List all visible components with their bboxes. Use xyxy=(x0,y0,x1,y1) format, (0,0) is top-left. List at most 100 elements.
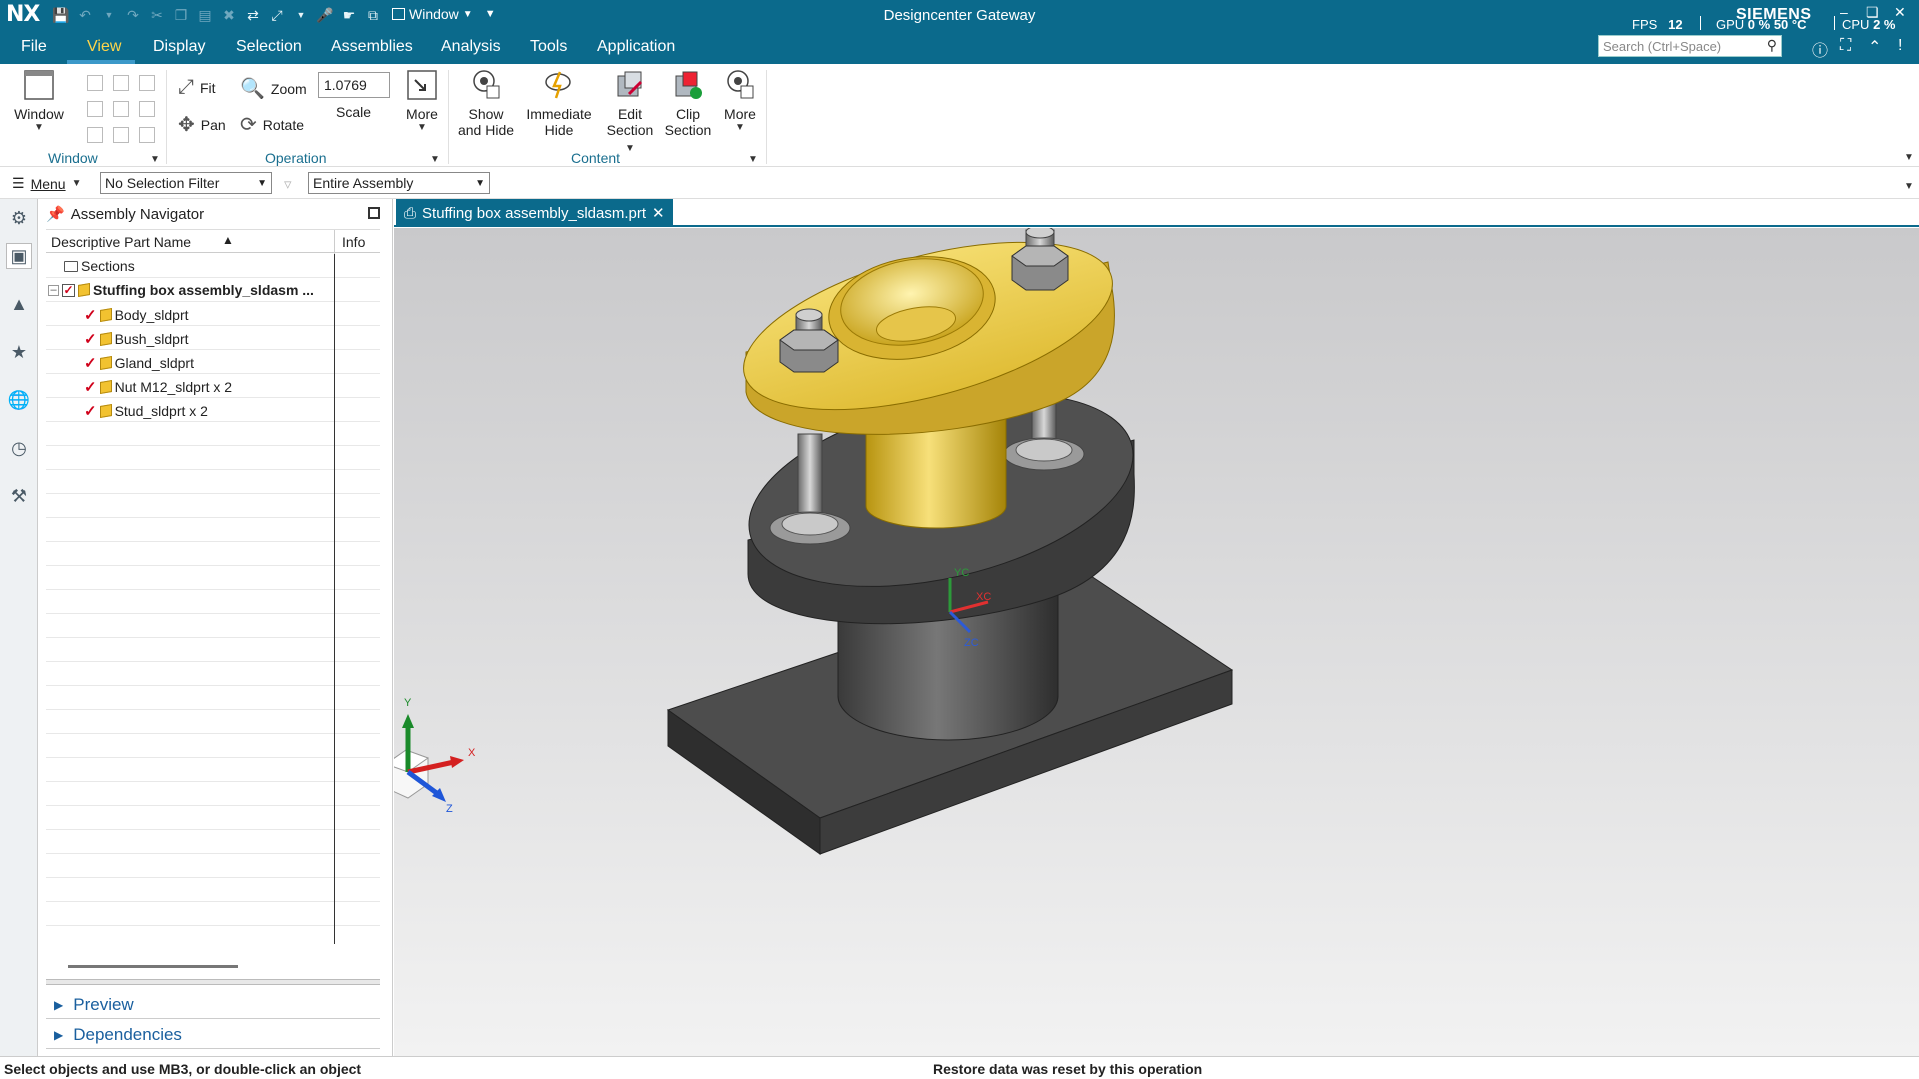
maximize-panel-icon[interactable] xyxy=(368,207,380,219)
filter-icon[interactable]: ▿ xyxy=(284,175,292,193)
rotate-button[interactable]: ⟳ Rotate xyxy=(240,112,304,137)
fullscreen-icon[interactable]: ⤢ xyxy=(268,6,286,24)
checkmark-icon[interactable]: ✓ xyxy=(84,402,97,420)
selbar-options-icon[interactable]: ▼ xyxy=(1904,181,1914,192)
immediate-hide-button[interactable]: Immediate Hide xyxy=(522,68,596,138)
layout-split-h-icon[interactable] xyxy=(139,75,155,91)
selection-filter-select[interactable]: No Selection Filter ▼ xyxy=(100,172,272,194)
save-icon[interactable]: 💾 xyxy=(52,6,70,24)
part-navigator-icon[interactable]: ▲ xyxy=(6,291,32,317)
switch-window-icon[interactable]: ⧉ xyxy=(364,6,382,24)
tab-part-file[interactable]: ⎙ Stuffing box assembly_sldasm.prt ✕ xyxy=(396,199,673,227)
delete-icon[interactable]: ✖ xyxy=(220,6,238,24)
tree-row-body[interactable]: ✓ Body_sldprt xyxy=(46,302,380,326)
close-tab-icon[interactable]: ✕ xyxy=(652,204,665,222)
layout-quad-icon[interactable] xyxy=(113,101,129,117)
column-header-name[interactable]: Descriptive Part Name xyxy=(51,234,191,250)
more-operation-button[interactable]: More ▼ xyxy=(400,68,444,133)
window-button[interactable]: Window ▼ xyxy=(10,68,68,133)
checkmark-icon[interactable]: ✓ xyxy=(84,306,97,324)
cut-icon[interactable]: ✂ xyxy=(148,6,166,24)
minimize-icon[interactable]: – xyxy=(1840,4,1848,20)
layout-nine-icon[interactable] xyxy=(139,127,155,143)
menu-file[interactable]: File xyxy=(21,38,47,56)
layout-tiled-icon[interactable] xyxy=(87,127,103,143)
menu-display[interactable]: Display xyxy=(153,38,205,56)
selection-scope-select[interactable]: Entire Assembly ▼ xyxy=(308,172,490,194)
menu-assemblies[interactable]: Assemblies xyxy=(331,38,413,56)
menu-button[interactable]: ☰ Menu ▼ xyxy=(12,175,82,192)
collapse-icon[interactable]: – xyxy=(48,284,59,296)
clip-section-button[interactable]: Clip Section xyxy=(664,68,712,138)
redo-icon[interactable]: ↷ xyxy=(124,6,142,24)
tree-row-gland[interactable]: ✓ Gland_sldprt xyxy=(46,350,380,374)
graphics-viewport[interactable]: YC XC ZC Y X Z xyxy=(394,228,1919,1056)
tree-row-stud[interactable]: ✓ Stud_sldprt x 2 xyxy=(46,398,380,422)
pan-button[interactable]: ✥ Pan xyxy=(178,112,226,137)
ribbon-options-icon[interactable]: ▼ xyxy=(1904,152,1914,163)
layout-quad-icon[interactable] xyxy=(87,101,103,117)
checkmark-icon[interactable]: ✓ xyxy=(84,378,97,396)
dropdown-icon[interactable]: ▼ xyxy=(292,6,310,24)
customize-qat-icon[interactable]: ▼ xyxy=(485,8,496,20)
settings-icon[interactable]: ⚙ xyxy=(6,205,32,231)
column-header-info[interactable]: Info xyxy=(342,234,365,250)
command-search-input[interactable]: Search (Ctrl+Space) ⚲ xyxy=(1598,35,1782,57)
collapse-ribbon-icon[interactable]: ⌃ xyxy=(1868,37,1881,57)
edit-section-button[interactable]: Edit Section ▼ xyxy=(600,68,660,154)
touch-mode-icon[interactable]: ☛ xyxy=(340,6,358,24)
history-icon[interactable]: ◷ xyxy=(6,435,32,461)
view-triad[interactable]: Y X Z xyxy=(394,697,476,815)
layout-tiled-icon[interactable] xyxy=(113,127,129,143)
panel-splitter[interactable] xyxy=(46,979,380,985)
model-view[interactable]: YC XC ZC Y X Z xyxy=(394,228,1919,1056)
checkbox-icon[interactable]: ✓ xyxy=(62,283,75,297)
scale-input[interactable]: 1.0769 xyxy=(318,72,390,98)
nut-right[interactable] xyxy=(1011,228,1069,291)
group-content-expand-icon[interactable]: ▼ xyxy=(748,154,758,165)
preview-section[interactable]: ▶ Preview xyxy=(46,991,380,1019)
checkmark-icon[interactable]: ✓ xyxy=(84,354,97,372)
menu-view[interactable]: View xyxy=(87,38,121,56)
ribbon: Window ▼ Window ▼ ⤢ Fit 🔍 Zoom ✥ Pan ⟳ Rotat… xyxy=(0,64,1919,167)
close-icon[interactable]: ✕ xyxy=(1894,4,1906,21)
search-icon[interactable]: ⚲ xyxy=(1767,37,1777,54)
layout-single-icon[interactable] xyxy=(87,75,103,91)
notification-icon[interactable]: ! xyxy=(1898,37,1902,55)
more-content-button[interactable]: More ▼ xyxy=(718,68,762,133)
paste-icon[interactable]: ▤ xyxy=(196,6,214,24)
help-icon[interactable]: ⓘ xyxy=(1812,37,1828,61)
layout-split-v-icon[interactable] xyxy=(113,75,129,91)
undo-dropdown-icon[interactable]: ▼ xyxy=(100,6,118,24)
zoom-button[interactable]: 🔍 Zoom xyxy=(240,76,307,101)
undo-icon[interactable]: ↶ xyxy=(76,6,94,24)
sort-ascending-icon[interactable]: ▲ xyxy=(222,233,234,247)
tree-row-assembly[interactable]: – ✓ Stuffing box assembly_sldasm ... xyxy=(46,278,380,302)
tree-row-sections[interactable]: Sections xyxy=(46,254,380,278)
assembly-navigator-icon[interactable]: ▣ xyxy=(6,243,32,269)
layout-six-icon[interactable] xyxy=(139,101,155,117)
window-menu[interactable]: Window ▼ ▼ xyxy=(392,6,496,22)
microphone-icon[interactable]: 🎤 xyxy=(316,6,334,24)
show-and-hide-button[interactable]: Show and Hide xyxy=(454,68,518,138)
menu-application[interactable]: Application xyxy=(597,38,675,56)
fullscreen-toggle-icon[interactable]: ⛶ xyxy=(1840,37,1851,55)
pin-icon[interactable]: 📌 xyxy=(46,205,65,223)
group-window-expand-icon[interactable]: ▼ xyxy=(150,154,160,165)
checkmark-icon[interactable]: ✓ xyxy=(84,330,97,348)
fit-button[interactable]: ⤢ Fit xyxy=(178,76,216,99)
web-browser-icon[interactable]: 🌐 xyxy=(6,387,32,413)
tree-row-nut[interactable]: ✓ Nut M12_sldprt x 2 xyxy=(46,374,380,398)
group-operation-expand-icon[interactable]: ▼ xyxy=(430,154,440,165)
tree-row-bush[interactable]: ✓ Bush_sldprt xyxy=(46,326,380,350)
menu-tools[interactable]: Tools xyxy=(530,38,567,56)
menu-selection[interactable]: Selection xyxy=(236,38,302,56)
reuse-library-icon[interactable]: ★ xyxy=(6,339,32,365)
horizontal-scrollbar[interactable] xyxy=(68,965,238,968)
menu-analysis[interactable]: Analysis xyxy=(441,38,501,56)
restore-icon[interactable]: ❏ xyxy=(1866,4,1879,21)
tools-icon[interactable]: ⚒ xyxy=(6,483,32,509)
repeat-command-icon[interactable]: ⇄ xyxy=(244,6,262,24)
dependencies-section[interactable]: ▶ Dependencies xyxy=(46,1021,380,1049)
copy-icon[interactable]: ❐ xyxy=(172,6,190,24)
